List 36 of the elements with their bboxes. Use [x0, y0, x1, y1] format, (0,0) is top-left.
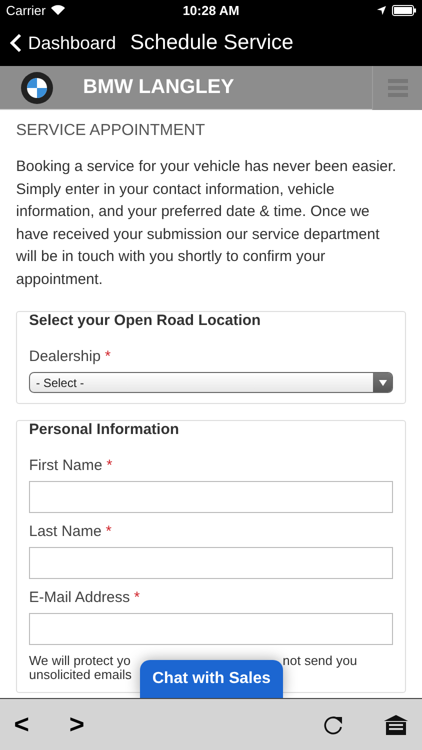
- battery-icon: [392, 4, 416, 16]
- page-heading: SERVICE APPOINTMENT: [16, 122, 206, 140]
- privacy-note-text: We will protect yo: [29, 654, 131, 668]
- input-field[interactable]: [29, 481, 393, 513]
- screen-title: Schedule Service: [130, 31, 294, 55]
- input-field[interactable]: [29, 613, 393, 645]
- dealership-select[interactable]: - Select -: [29, 372, 393, 393]
- garage-button[interactable]: [384, 714, 408, 734]
- chevron-left-icon: [10, 33, 22, 53]
- location-arrow-icon: [377, 6, 386, 14]
- field-label: First Name: [29, 457, 102, 474]
- privacy-note-text: not send you: [282, 654, 358, 668]
- privacy-note-text: unsolicited emails: [29, 667, 132, 682]
- required-mark: *: [106, 523, 112, 540]
- field-label: E-Mail Address: [29, 589, 130, 606]
- carrier-label: Carrier: [6, 2, 183, 18]
- chat-button[interactable]: Chat with Sales: [140, 660, 283, 698]
- forward-button[interactable]: >: [69, 709, 84, 740]
- dropdown-arrow-icon: [378, 380, 386, 386]
- input-field[interactable]: [29, 547, 393, 579]
- field-label: Dealership: [29, 348, 101, 365]
- reload-button[interactable]: [322, 714, 344, 736]
- field-label: Last Name: [29, 523, 102, 540]
- wifi-icon: [50, 5, 65, 15]
- clock-time: 10:28 AM: [182, 2, 240, 18]
- required-mark: *: [106, 457, 112, 474]
- required-mark: *: [104, 348, 111, 365]
- menu-button[interactable]: [372, 66, 422, 110]
- garage-icon: [384, 714, 408, 734]
- reload-icon: [322, 714, 344, 736]
- logo-icon: [21, 72, 53, 104]
- intro-paragraph: Booking a service for your vehicle has never been easier. Simply enter in your contact information, vehicle information, and your preferred date & time. Once we have received your submission our service department will be in touch with you shortly to confirm your appointment.: [16, 157, 398, 290]
- back-button[interactable]: <: [14, 709, 30, 740]
- required-mark: *: [134, 589, 140, 606]
- brand-name: BMW LANGLEY: [83, 76, 236, 99]
- back-link[interactable]: Dashboard: [10, 32, 116, 54]
